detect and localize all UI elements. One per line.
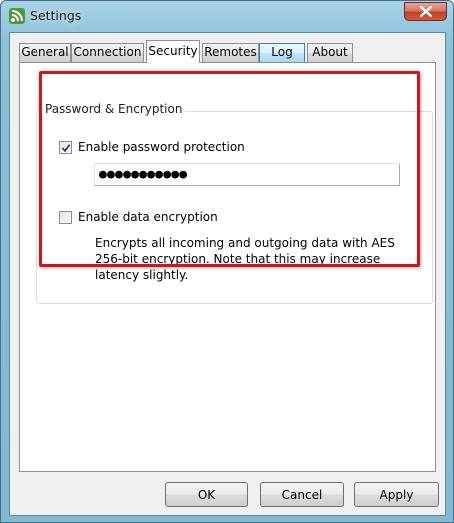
data-encryption-checkbox[interactable] <box>59 211 72 224</box>
tab-log[interactable]: Log <box>259 43 305 62</box>
encryption-description: Encrypts all incoming and outgoing data … <box>95 236 395 282</box>
tab-general[interactable]: General <box>19 43 71 62</box>
checkmark-icon <box>61 144 71 153</box>
title-bar[interactable]: Settings <box>1 1 453 31</box>
window-title: Settings <box>30 8 82 23</box>
settings-window: Settings General Connection Security Rem… <box>0 0 454 523</box>
close-button[interactable] <box>404 2 447 21</box>
password-input[interactable] <box>94 163 400 186</box>
tab-about[interactable]: About <box>307 43 353 62</box>
apply-button[interactable]: Apply <box>354 482 439 507</box>
cancel-button[interactable]: Cancel <box>260 482 344 507</box>
password-protection-checkbox[interactable] <box>59 141 72 154</box>
group-title: Password & Encryption <box>43 102 186 116</box>
tab-connection[interactable]: Connection <box>71 43 144 62</box>
security-tab-panel: Password & Encryption Enable password pr… <box>19 62 436 472</box>
tab-remotes[interactable]: Remotes <box>202 43 259 62</box>
ok-button[interactable]: OK <box>165 482 248 507</box>
close-icon <box>420 6 432 17</box>
rss-feed-icon <box>9 8 25 24</box>
tab-security[interactable]: Security <box>146 40 200 63</box>
dialog-body: General Connection Security Remotes Log … <box>9 32 446 516</box>
password-protection-label[interactable]: Enable password protection <box>78 140 245 154</box>
data-encryption-label[interactable]: Enable data encryption <box>78 210 218 224</box>
